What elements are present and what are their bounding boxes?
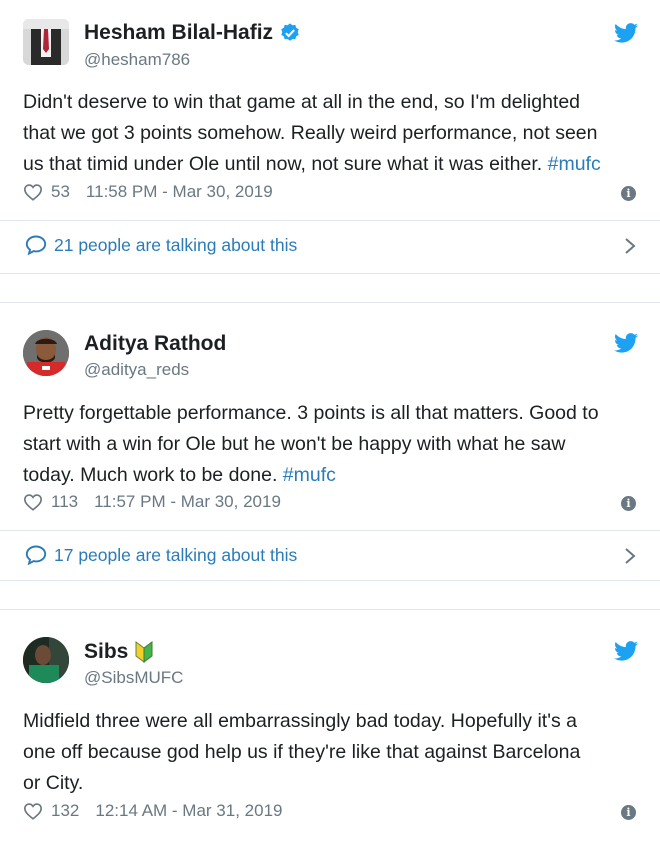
talking-label[interactable]: 21 people are talking about this bbox=[54, 235, 297, 256]
tweet-text: Didn't deserve to win that game at all i… bbox=[23, 87, 633, 180]
tweet-meta: 132 12:14 AM - Mar 31, 2019 bbox=[23, 801, 282, 821]
author-handle[interactable]: @SibsMUFC bbox=[84, 668, 183, 688]
like-count[interactable]: 113 bbox=[51, 492, 78, 512]
tweet-text-line: one off because god help us if they're l… bbox=[23, 741, 581, 763]
tweet-text: Midfield three were all embarrassingly b… bbox=[23, 706, 633, 799]
tweet-text-line: today. Much work to be done. #mufc bbox=[23, 460, 633, 491]
verified-badge-icon bbox=[281, 23, 299, 41]
talking-row[interactable]: 17 people are talking about this bbox=[0, 530, 660, 582]
chevron-right-icon[interactable] bbox=[624, 547, 636, 565]
timestamp[interactable]: 11:57 PM - Mar 30, 2019 bbox=[94, 492, 281, 512]
heart-icon[interactable] bbox=[23, 183, 43, 201]
tweet-card: Hesham Bilal-Hafiz @hesham786 Didn't des… bbox=[0, 0, 660, 274]
twitter-bird-icon[interactable] bbox=[614, 641, 638, 661]
tweet-text-line: or City. bbox=[23, 772, 84, 794]
heart-icon[interactable] bbox=[23, 802, 43, 820]
info-icon[interactable]: i bbox=[621, 805, 636, 820]
tweet-text-segment: us that timid under Ole until now, not s… bbox=[23, 153, 543, 175]
timestamp[interactable]: 12:14 AM - Mar 31, 2019 bbox=[95, 801, 282, 821]
tweet-text: Pretty forgettable performance. 3 points… bbox=[23, 398, 633, 491]
author-name[interactable]: Aditya Rathod bbox=[84, 332, 226, 356]
tweet-text-line: us that timid under Ole until now, not s… bbox=[23, 149, 633, 180]
tweet-meta: 113 11:57 PM - Mar 30, 2019 bbox=[23, 492, 281, 512]
tweet-text-line: that we got 3 points somehow. Really wei… bbox=[23, 122, 598, 144]
avatar[interactable] bbox=[23, 19, 69, 65]
like-count[interactable]: 53 bbox=[51, 182, 70, 202]
hashtag-link[interactable]: #mufc bbox=[548, 153, 601, 175]
tweet-text-segment: today. Much work to be done. bbox=[23, 464, 278, 486]
tweet-text-line: start with a win for Ole but he won't be… bbox=[23, 433, 566, 455]
author-name[interactable]: Sibs bbox=[84, 640, 154, 664]
avatar[interactable] bbox=[23, 637, 69, 683]
talking-row[interactable]: 21 people are talking about this bbox=[0, 220, 660, 272]
author-name-text[interactable]: Sibs bbox=[84, 640, 128, 664]
chevron-right-icon[interactable] bbox=[624, 237, 636, 255]
author-handle[interactable]: @aditya_reds bbox=[84, 360, 189, 380]
timestamp[interactable]: 11:58 PM - Mar 30, 2019 bbox=[86, 182, 273, 202]
info-icon[interactable]: i bbox=[621, 186, 636, 201]
tweet-meta: 53 11:58 PM - Mar 30, 2019 bbox=[23, 182, 273, 202]
like-count[interactable]: 132 bbox=[51, 801, 79, 821]
tweet-text-line: Didn't deserve to win that game at all i… bbox=[23, 91, 581, 113]
author-handle[interactable]: @hesham786 bbox=[84, 50, 190, 70]
tweet-card: Aditya Rathod @aditya_reds Pretty forget… bbox=[0, 302, 660, 581]
author-name[interactable]: Hesham Bilal-Hafiz bbox=[84, 21, 301, 45]
tweet-text-line: Pretty forgettable performance. 3 points… bbox=[23, 402, 599, 424]
hashtag-link[interactable]: #mufc bbox=[283, 464, 336, 486]
speech-bubble-icon bbox=[25, 235, 47, 255]
tweet-card: Sibs @SibsMUFC Midfield three were all e… bbox=[0, 609, 660, 849]
beginner-leaf-emoji bbox=[135, 641, 153, 663]
tweet-text-line: Midfield three were all embarrassingly b… bbox=[23, 710, 577, 732]
twitter-bird-icon[interactable] bbox=[614, 333, 638, 353]
speech-bubble-icon bbox=[25, 545, 47, 565]
info-icon[interactable]: i bbox=[621, 496, 636, 511]
avatar[interactable] bbox=[23, 330, 69, 376]
author-name-text[interactable]: Aditya Rathod bbox=[84, 332, 226, 356]
twitter-bird-icon[interactable] bbox=[614, 23, 638, 43]
talking-label[interactable]: 17 people are talking about this bbox=[54, 545, 297, 566]
author-name-text[interactable]: Hesham Bilal-Hafiz bbox=[84, 21, 273, 45]
heart-icon[interactable] bbox=[23, 493, 43, 511]
